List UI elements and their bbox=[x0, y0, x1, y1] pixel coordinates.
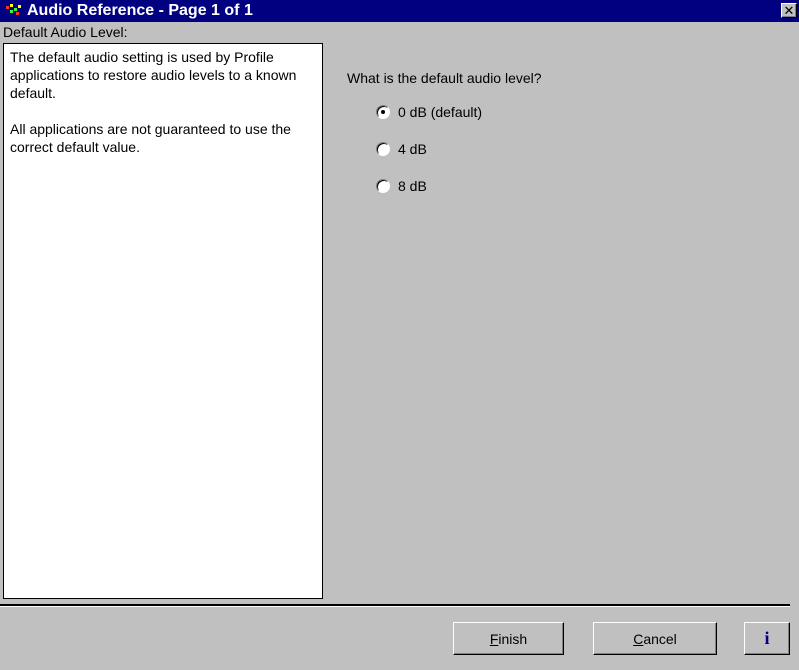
cancel-mnemonic: C bbox=[633, 630, 644, 647]
close-button[interactable]: ✕ bbox=[781, 3, 797, 18]
description-paragraph: The default audio setting is used by Pro… bbox=[10, 49, 297, 101]
title-bar: Audio Reference - Page 1 of 1 ✕ bbox=[0, 0, 799, 22]
radio-label: 4 dB bbox=[398, 141, 427, 157]
audio-level-radio-group: 0 dB (default) 4 dB 8 dB bbox=[376, 103, 482, 214]
audio-reference-dialog: Audio Reference - Page 1 of 1 ✕ Default … bbox=[0, 0, 799, 670]
finish-label: inish bbox=[498, 630, 528, 647]
window-title: Audio Reference - Page 1 of 1 bbox=[27, 2, 253, 19]
footer-separator bbox=[0, 604, 790, 607]
section-label: Default Audio Level: bbox=[3, 24, 128, 40]
radio-label: 8 dB bbox=[398, 178, 427, 194]
description-panel: The default audio setting is used by Pro… bbox=[3, 43, 323, 599]
description-paragraph: All applications are not guaranteed to u… bbox=[10, 121, 291, 155]
app-icon bbox=[6, 4, 24, 18]
cancel-button[interactable]: Cancel bbox=[593, 622, 717, 655]
radio-button[interactable] bbox=[376, 105, 390, 119]
radio-option-0db[interactable]: 0 dB (default) bbox=[376, 103, 482, 121]
radio-button[interactable] bbox=[376, 179, 390, 193]
finish-button[interactable]: Finish bbox=[453, 622, 564, 655]
question-label: What is the default audio level? bbox=[347, 70, 542, 86]
cancel-label: ancel bbox=[643, 630, 677, 647]
radio-label: 0 dB (default) bbox=[398, 104, 483, 120]
radio-option-4db[interactable]: 4 dB bbox=[376, 140, 482, 158]
finish-mnemonic: F bbox=[489, 630, 499, 647]
radio-button[interactable] bbox=[376, 142, 390, 156]
info-button[interactable]: i bbox=[744, 622, 790, 655]
radio-option-8db[interactable]: 8 dB bbox=[376, 177, 482, 195]
info-icon: i bbox=[764, 628, 770, 648]
